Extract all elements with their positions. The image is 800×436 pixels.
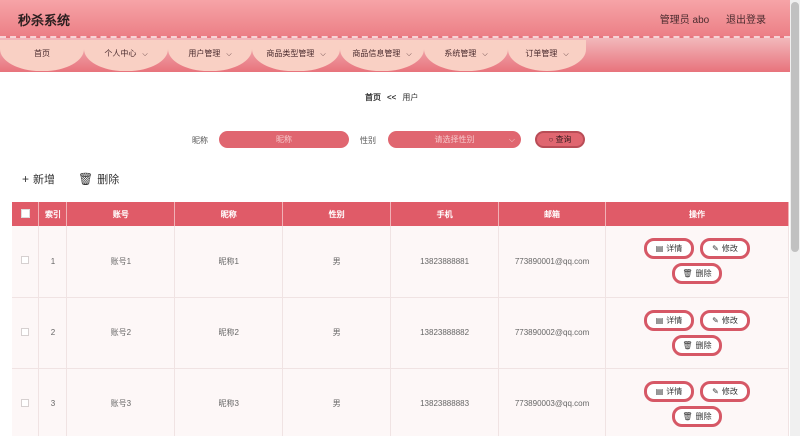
user-info: 管理员 abo 退出登录	[646, 11, 766, 26]
edit-button[interactable]: ✎ 修改	[700, 309, 750, 331]
logout-link[interactable]: 退出登录	[726, 15, 766, 26]
col-account: 账号	[66, 202, 176, 226]
cell-index: 2	[38, 297, 68, 369]
col-email: 邮箱	[498, 202, 607, 226]
plus-icon: +	[22, 172, 30, 186]
breadcrumb-separator: <<	[387, 93, 397, 102]
edit-button[interactable]: ✎ 修改	[700, 238, 750, 260]
cell-gender: 男	[282, 226, 392, 298]
chevron-down-icon: ⌵	[142, 51, 148, 58]
nav-item-goods-type[interactable]: 商品类型管理 ⌵	[252, 40, 340, 71]
add-button[interactable]: + 新增	[22, 171, 55, 187]
cell-account: 账号2	[66, 297, 176, 369]
delete-button[interactable]: 🗑 删除	[672, 263, 722, 285]
nav-item-home[interactable]: 首页	[0, 40, 84, 71]
query-button[interactable]: ○ 查询	[535, 131, 585, 148]
table-row: 3 账号3 昵称3 男 13823888883 773890003@qq.com…	[12, 368, 789, 436]
col-index: 索引	[38, 202, 68, 226]
cell-actions: ▤ 详情 ✎ 修改 🗑 删除	[605, 226, 789, 298]
breadcrumb-current: 用户	[402, 93, 419, 102]
nickname-input[interactable]: 昵称	[219, 131, 349, 148]
cell-account: 账号3	[66, 368, 176, 436]
batch-delete-button[interactable]: 🗑 删除	[78, 171, 119, 187]
chevron-down-icon: ⌵	[482, 51, 488, 58]
edit-button[interactable]: ✎ 修改	[700, 380, 750, 402]
gender-label: 性别	[360, 136, 376, 145]
pencil-icon: ✎	[712, 386, 719, 396]
nav-item-system[interactable]: 系统管理 ⌵	[424, 40, 508, 71]
col-phone: 手机	[390, 202, 500, 226]
user-table: 索引 账号 昵称 性别 手机 邮箱 操作 1 账号1 昵称1 男 1382388…	[12, 202, 789, 436]
cell-phone: 13823888881	[390, 226, 500, 298]
nav-item-personal[interactable]: 个人中心 ⌵	[84, 40, 168, 71]
nav-item-goods-info[interactable]: 商品信息管理 ⌵	[340, 40, 424, 71]
pencil-icon: ✎	[712, 244, 719, 254]
top-header: 秒杀系统 管理员 abo 退出登录	[0, 0, 790, 36]
delete-button[interactable]: 🗑 删除	[672, 334, 722, 356]
chevron-down-icon: ⌵	[320, 51, 326, 58]
document-icon: ▤	[655, 315, 664, 325]
chevron-down-icon: ⌵	[508, 135, 515, 144]
nav-item-users[interactable]: 用户管理 ⌵	[168, 40, 252, 71]
table-header-row: 索引 账号 昵称 性别 手机 邮箱 操作	[12, 202, 789, 226]
cell-nickname: 昵称3	[174, 368, 284, 436]
trash-icon: 🗑	[682, 411, 693, 421]
cell-phone: 13823888882	[390, 297, 500, 369]
cell-gender: 男	[282, 368, 392, 436]
trash-icon: 🗑	[682, 269, 693, 279]
cell-actions: ▤ 详情 ✎ 修改 🗑 删除	[605, 297, 789, 369]
cell-nickname: 昵称2	[174, 297, 284, 369]
col-gender: 性别	[282, 202, 392, 226]
scrollbar-thumb[interactable]	[791, 2, 799, 252]
cell-actions: ▤ 详情 ✎ 修改 🗑 删除	[605, 368, 789, 436]
cell-gender: 男	[282, 297, 392, 369]
cell-email: 773890003@qq.com	[498, 368, 607, 436]
gender-select[interactable]: 请选择性别 ⌵	[388, 131, 521, 148]
table-row: 2 账号2 昵称2 男 13823888882 773890002@qq.com…	[12, 297, 789, 369]
detail-button[interactable]: ▤ 详情	[644, 309, 694, 331]
chevron-down-icon: ⌵	[226, 51, 232, 58]
table-row: 1 账号1 昵称1 男 13823888881 773890001@qq.com…	[12, 226, 789, 298]
chevron-down-icon: ⌵	[406, 51, 412, 58]
document-icon: ▤	[655, 244, 664, 254]
pencil-icon: ✎	[712, 315, 719, 325]
breadcrumb-home[interactable]: 首页	[365, 93, 381, 102]
cell-index: 1	[38, 226, 68, 298]
col-actions: 操作	[605, 202, 789, 226]
app-title: 秒杀系统	[18, 13, 71, 28]
cell-nickname: 昵称1	[174, 226, 284, 298]
row-checkbox[interactable]	[21, 327, 30, 336]
detail-button[interactable]: ▤ 详情	[644, 380, 694, 402]
cell-email: 773890001@qq.com	[498, 226, 607, 298]
chevron-down-icon: ⌵	[563, 51, 569, 58]
breadcrumb: 首页 << 用户	[365, 92, 418, 103]
nav-item-orders[interactable]: 订单管理 ⌵	[508, 40, 586, 71]
page-scrollbar[interactable]	[790, 0, 800, 436]
search-icon: ○	[548, 135, 554, 144]
nickname-label: 昵称	[192, 136, 208, 145]
trash-icon: 🗑	[682, 340, 693, 350]
main-nav: 首页 个人中心 ⌵ 用户管理 ⌵ 商品类型管理 ⌵ 商品信息管理 ⌵ 系统管理 ⌵ 订单管…	[0, 36, 790, 72]
cell-phone: 13823888883	[390, 368, 500, 436]
cell-account: 账号1	[66, 226, 176, 298]
select-all-checkbox[interactable]	[20, 208, 30, 218]
trash-icon: 🗑	[78, 172, 94, 186]
select-all-cell	[12, 202, 40, 226]
detail-button[interactable]: ▤ 详情	[644, 238, 694, 260]
row-checkbox[interactable]	[21, 398, 30, 407]
col-nickname: 昵称	[174, 202, 284, 226]
current-user: 管理员 abo	[659, 15, 710, 26]
cell-email: 773890002@qq.com	[498, 297, 607, 369]
document-icon: ▤	[655, 386, 664, 396]
delete-button[interactable]: 🗑 删除	[672, 405, 722, 427]
row-checkbox[interactable]	[21, 256, 30, 265]
cell-index: 3	[38, 368, 68, 436]
